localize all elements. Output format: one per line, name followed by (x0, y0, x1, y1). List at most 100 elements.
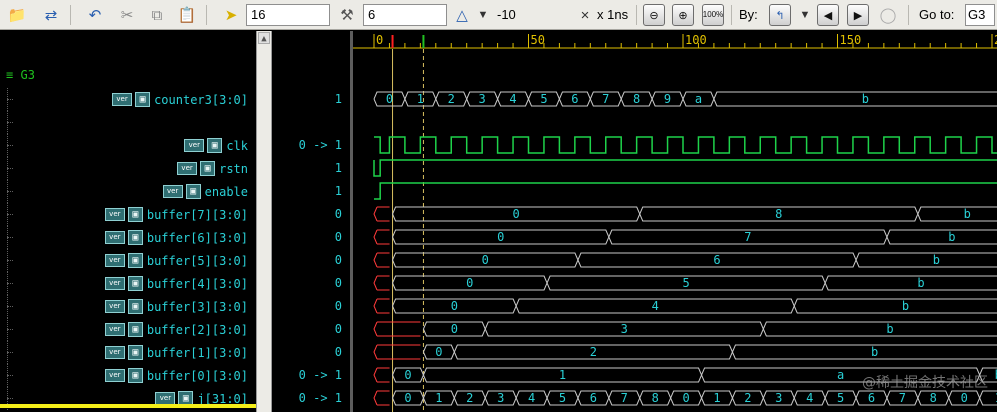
ver-badge: ver (104, 346, 125, 359)
ver-badge: ver (162, 185, 183, 198)
reload-icon[interactable]: ⇄ (40, 4, 62, 26)
edge-select-button[interactable]: ↰ (769, 4, 791, 26)
signal-name[interactable]: ver ▣ buffer[1][3:0] (104, 344, 248, 361)
buffer7-wave-segment (917, 213, 997, 222)
signal-row-buffer3[interactable]: ver ▣ buffer[3][3:0] (0, 295, 256, 318)
zoom-out-button[interactable]: ⊖ (643, 4, 665, 26)
copy-icon[interactable]: ⧉ (146, 4, 168, 26)
signal-name[interactable]: ver ▣ buffer[2][3:0] (104, 321, 248, 338)
signal-value-row-enable: 1 (272, 180, 350, 203)
signal-row-buffer1[interactable]: ver ▣ buffer[1][3:0] (0, 341, 256, 364)
buffer5-wave-segment (855, 252, 997, 261)
zoom-fit-button[interactable]: 100% (702, 4, 724, 26)
signal-value-row-rstn: 1 (272, 157, 350, 180)
dropdown-icon[interactable]: ▼ (794, 4, 816, 26)
buffer1-wave-segment (731, 351, 997, 360)
j-wave-value-label: 4 (806, 391, 813, 405)
next-button[interactable]: ▶ (847, 4, 869, 26)
zoom-in-icon: ⊕ (678, 9, 688, 22)
zoom-in-button[interactable]: ⊕ (672, 4, 694, 26)
counter3-wave-value-label: 1 (417, 92, 424, 106)
counter3-wave-value-label: 8 (633, 92, 640, 106)
tree-connector (2, 249, 13, 272)
signal-name[interactable]: ver ▣ buffer[5][3:0] (104, 252, 248, 269)
register-icon: ▣ (127, 230, 143, 245)
counter3-wave-segment (713, 98, 997, 107)
signal-row-buffer6[interactable]: ver ▣ buffer[6][3:0] (0, 226, 256, 249)
signal-row-buffer5[interactable]: ver ▣ buffer[5][3:0] (0, 249, 256, 272)
toolbar-separator (636, 5, 637, 25)
signal-row-buffer0[interactable]: ver ▣ buffer[0][3:0] (0, 364, 256, 387)
vertical-scrollbar[interactable]: ▲ (256, 31, 272, 412)
cut-icon[interactable]: ✂ (116, 4, 138, 26)
signal-name-label: counter3[3:0] (154, 92, 248, 107)
open-folder-icon[interactable]: 📁 (6, 4, 28, 26)
buffer2-wave-undefined (373, 321, 378, 337)
buffer6-wave-value-label: 7 (744, 230, 751, 244)
tree-connector (2, 203, 13, 226)
j-wave-value-label: 6 (590, 391, 597, 405)
group-row[interactable]: ≡ G3 (0, 65, 256, 88)
tree-connector (2, 134, 13, 157)
buffer3-wave-value-label: 0 (451, 299, 458, 313)
signal-name[interactable]: ver ▣ buffer[7][3:0] (104, 206, 248, 223)
tree-connector (2, 364, 13, 387)
group-marker-icon: ≡ (6, 68, 14, 82)
register-icon: ▣ (135, 92, 151, 107)
marker-time-field[interactable]: 6 (363, 4, 447, 26)
signal-row-rstn[interactable]: ver ▣ rstn (0, 157, 256, 180)
signal-name[interactable]: ver ▣ rstn (177, 160, 248, 177)
counter3-wave-value-label: 5 (540, 92, 547, 106)
buffer6-wave-segment (886, 229, 997, 238)
signal-value-row-buffer3: 0 (272, 295, 350, 318)
signal-name[interactable]: ver ▣ enable (162, 183, 248, 200)
prev-button[interactable]: ◀ (817, 4, 839, 26)
signal-row-counter3[interactable]: ver ▣ counter3[3:0] (0, 88, 256, 111)
signal-name[interactable]: ver ▣ buffer[4][3:0] (104, 275, 248, 292)
register-icon: ▣ (127, 299, 143, 314)
signal-row-buffer2[interactable]: ver ▣ buffer[2][3:0] (0, 318, 256, 341)
register-icon: ▣ (127, 253, 143, 268)
signal-value-row-counter3: 1 (272, 88, 350, 111)
j-wave-value-label: 8 (930, 391, 937, 405)
register-icon: ▣ (127, 207, 143, 222)
counter3-wave-value-label: b (862, 92, 869, 106)
paste-icon[interactable]: 📋 (176, 4, 198, 26)
signal-row-buffer7[interactable]: ver ▣ buffer[7][3:0] (0, 203, 256, 226)
by-label: By: (739, 7, 758, 22)
signal-name[interactable]: ver ▣ buffer[6][3:0] (104, 229, 248, 246)
signal-value: 0 (334, 276, 342, 290)
waveform-pane[interactable]: 050100150200123456789ab08b07b06b05b04b03… (353, 31, 997, 412)
ver-badge: ver (177, 162, 198, 175)
dropdown-icon[interactable]: ▼ (472, 4, 494, 26)
search-icon[interactable]: ◯ (877, 4, 899, 26)
signal-name-label: buffer[7][3:0] (146, 207, 248, 222)
signal-name[interactable]: ver ▣ buffer[3][3:0] (104, 298, 248, 315)
anvil-icon[interactable]: ⚒ (336, 4, 358, 26)
signal-name[interactable]: ver ▣ clk (184, 137, 248, 154)
buffer4-wave-undefined (373, 275, 378, 291)
goto-select[interactable]: G3 (965, 4, 995, 26)
tree-connector (2, 88, 13, 111)
signal-name[interactable]: ver ▣ buffer[0][3:0] (104, 367, 248, 384)
ver-badge: ver (104, 208, 125, 221)
tree-spacer (0, 111, 256, 134)
signal-value-row-j: 0 -> 1 (272, 387, 350, 410)
signal-row-clk[interactable]: ver ▣ clk (0, 134, 256, 157)
undo-icon[interactable]: ↶ (84, 4, 106, 26)
register-icon: ▣ (127, 368, 143, 383)
ver-badge: ver (104, 369, 125, 382)
signal-row-buffer4[interactable]: ver ▣ buffer[4][3:0] (0, 272, 256, 295)
j-wave-value-label: 5 (559, 391, 566, 405)
signal-row-enable[interactable]: ver ▣ enable (0, 180, 256, 203)
signal-name[interactable]: ver ▣ counter3[3:0] (112, 91, 248, 108)
delta-label: -10 (497, 7, 516, 22)
j-wave-value-label: 4 (528, 391, 535, 405)
cursor-time-field[interactable]: 16 (246, 4, 330, 26)
waveform-canvas[interactable]: 050100150200123456789ab08b07b06b05b04b03… (353, 31, 997, 412)
clk-wave (374, 136, 997, 154)
time-unit-label: x 1ns (597, 7, 629, 22)
scroll-up-icon[interactable]: ▲ (258, 32, 270, 44)
cursor-pointer-icon[interactable]: ➤ (220, 4, 242, 26)
buffer5-wave-value-label: 6 (713, 253, 720, 267)
